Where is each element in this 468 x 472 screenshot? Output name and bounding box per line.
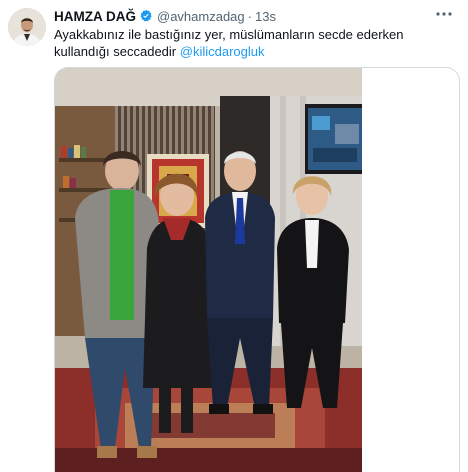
verified-badge-icon xyxy=(139,9,153,23)
display-name[interactable]: HAMZA DAĞ xyxy=(54,9,136,24)
tweet-header: HAMZA DAĞ @avhamzadag · 13s xyxy=(54,7,276,25)
group-photo[interactable] xyxy=(55,68,362,472)
mention-link[interactable]: @kilicdarogluk xyxy=(180,44,265,59)
avatar[interactable] xyxy=(8,8,46,46)
tweet-text: Ayakkabınız ile bastığınız yer, müslüman… xyxy=(54,26,454,60)
more-options-icon[interactable] xyxy=(434,6,454,22)
timestamp[interactable]: 13s xyxy=(255,9,276,24)
tweet-media[interactable] xyxy=(54,67,460,472)
handle[interactable]: @avhamzadag xyxy=(157,9,245,24)
tweet: HAMZA DAĞ @avhamzadag · 13s Ayakkabınız … xyxy=(0,0,468,472)
separator-dot: · xyxy=(247,8,252,24)
